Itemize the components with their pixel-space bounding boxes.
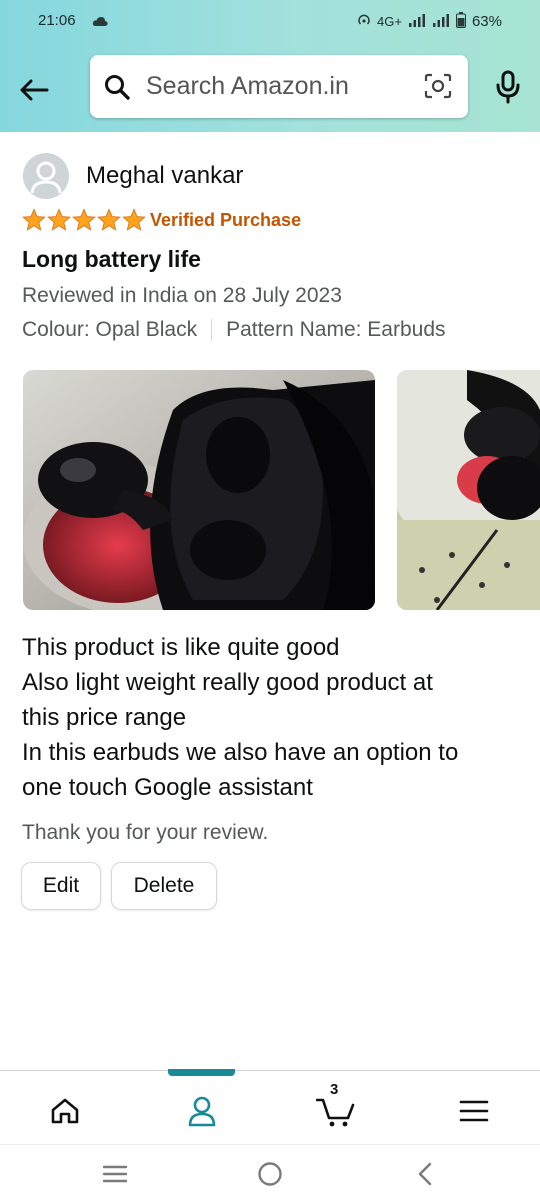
home-system-button[interactable] xyxy=(255,1159,285,1189)
tab-menu[interactable] xyxy=(454,1091,494,1131)
back-system-button[interactable] xyxy=(410,1159,440,1189)
search-icon xyxy=(104,74,130,105)
signal-icon-2 xyxy=(432,13,450,30)
star-rating xyxy=(22,208,146,232)
delete-button[interactable]: Delete xyxy=(111,862,217,910)
recent-apps-button[interactable] xyxy=(100,1159,130,1189)
colour-attribute: Colour: Opal Black xyxy=(22,318,198,341)
status-bar: 21:06 4G+ 63% xyxy=(0,0,540,42)
tab-home[interactable] xyxy=(45,1091,85,1131)
review-body-line: Also light weight really good product at xyxy=(22,669,433,696)
star-icon xyxy=(122,208,146,231)
bottom-navigation: 3 xyxy=(0,1069,540,1144)
cart-icon xyxy=(316,1098,355,1127)
review-title: Long battery life xyxy=(22,246,201,272)
cloud-icon xyxy=(92,14,108,31)
review-body-line: this price range xyxy=(22,704,187,731)
review-image-2[interactable] xyxy=(397,370,540,610)
network-type: 4G+ xyxy=(377,14,402,29)
pattern-attribute: Pattern Name: Earbuds xyxy=(226,318,446,341)
edit-button[interactable]: Edit xyxy=(21,862,101,910)
attribute-divider xyxy=(211,319,213,341)
battery-level: 63% xyxy=(471,13,502,30)
app-header: 21:06 4G+ 63% xyxy=(0,0,540,132)
camera-search-icon[interactable] xyxy=(424,73,452,104)
thank-you-message: Thank you for your review. xyxy=(22,821,269,844)
review-body: This product is like quite good Also ligh… xyxy=(22,630,522,805)
star-icon xyxy=(97,208,121,231)
circle-home-icon xyxy=(258,1162,282,1186)
user-avatar-icon xyxy=(30,161,62,194)
verified-purchase-badge: Verified Purchase xyxy=(150,210,302,230)
search-input[interactable] xyxy=(146,69,396,103)
hotspot-icon xyxy=(357,13,371,30)
review-image-1[interactable] xyxy=(23,370,375,610)
review-body-line: In this earbuds we also have an option t… xyxy=(22,739,459,766)
hamburger-menu-icon xyxy=(459,1100,489,1122)
review-date: Reviewed in India on 28 July 2023 xyxy=(22,284,342,307)
active-tab-indicator xyxy=(168,1069,235,1076)
product-attributes: Colour: Opal Black Pattern Name: Earbuds xyxy=(22,318,446,342)
microphone-icon xyxy=(496,70,520,104)
status-time: 21:06 xyxy=(38,12,76,29)
voice-search-button[interactable] xyxy=(490,70,526,110)
system-navigation-bar xyxy=(0,1144,540,1200)
tab-account[interactable] xyxy=(182,1091,222,1131)
home-icon xyxy=(51,1098,79,1124)
review-body-line: one touch Google assistant xyxy=(22,774,313,801)
status-right: 4G+ 63% xyxy=(357,12,502,31)
tab-cart[interactable]: 3 xyxy=(316,1081,356,1131)
back-button[interactable] xyxy=(14,70,54,110)
reviewer-name: Meghal vankar xyxy=(86,162,244,189)
search-bar[interactable] xyxy=(90,55,468,118)
review-body-line: This product is like quite good xyxy=(22,634,340,661)
star-icon xyxy=(47,208,71,231)
signal-icon xyxy=(408,13,426,30)
recents-icon xyxy=(102,1165,128,1183)
chevron-left-icon xyxy=(418,1162,432,1186)
star-icon xyxy=(72,208,96,231)
person-icon xyxy=(188,1096,216,1127)
cart-count: 3 xyxy=(330,1081,339,1098)
star-icon xyxy=(22,208,46,231)
battery-icon xyxy=(455,12,466,31)
avatar xyxy=(23,153,69,199)
back-arrow-icon xyxy=(20,79,49,101)
